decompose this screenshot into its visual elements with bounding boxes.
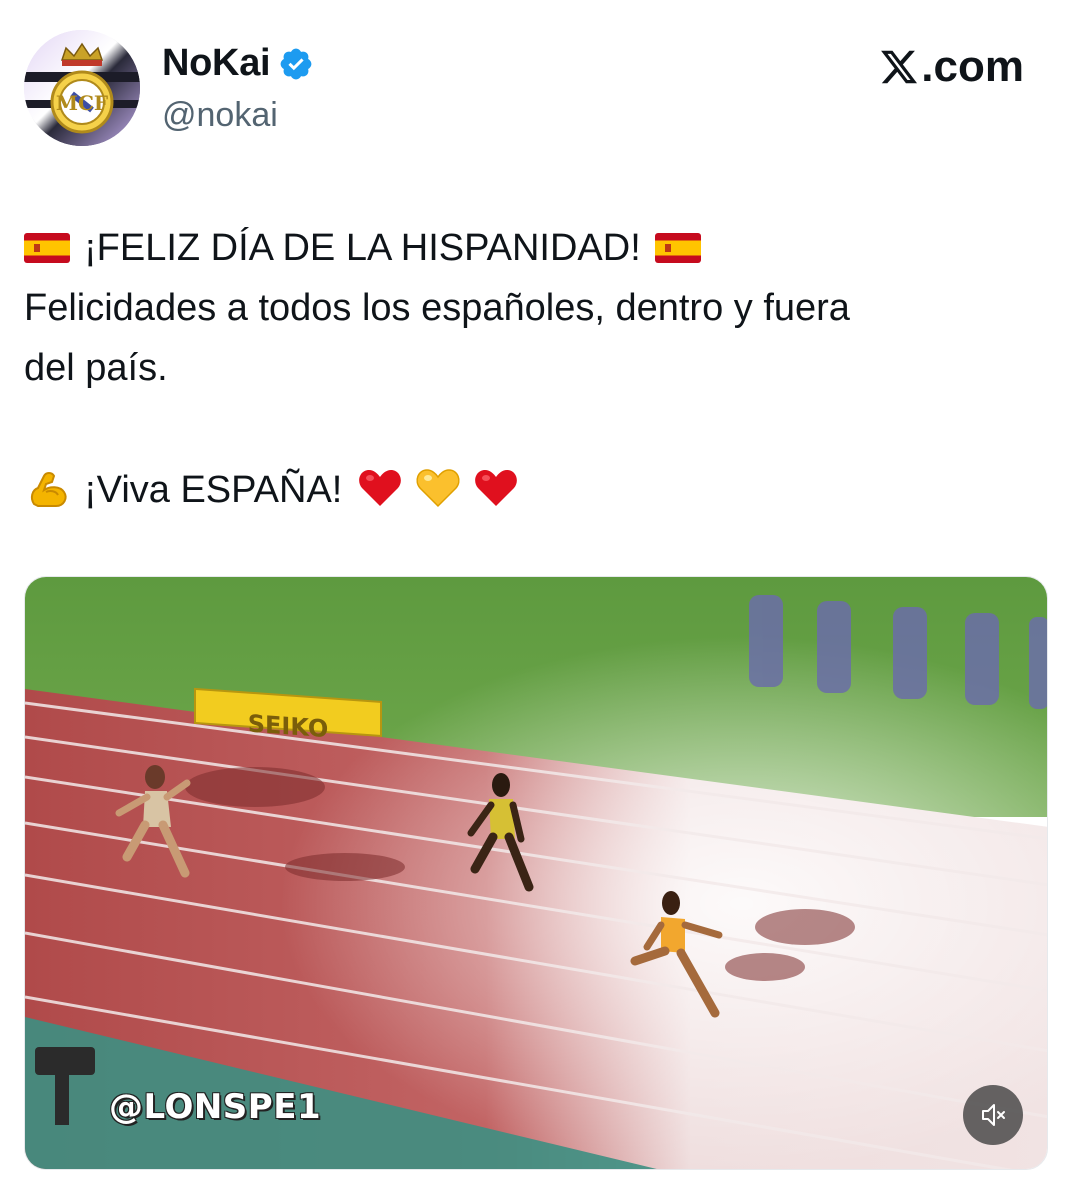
tweet-line-3: del país.: [24, 347, 168, 389]
spain-flag-icon: [654, 233, 701, 263]
real-madrid-crest-icon: MCF: [24, 30, 140, 146]
video-watermark: @LONSPE1: [109, 1087, 322, 1127]
display-name[interactable]: NoKai: [162, 42, 271, 85]
tweet-card: MCF NoKai @nokai .com ¡FELIZ DÍA DE LA H…: [0, 0, 1072, 1200]
tweet-line-2: Felicidades a todos los españoles, dentr…: [24, 287, 850, 329]
verified-badge-icon: [278, 46, 314, 82]
brand-mark: .com: [879, 42, 1024, 92]
flexed-biceps-icon: [24, 464, 72, 512]
avatar[interactable]: MCF: [24, 30, 140, 146]
speaker-muted-icon: [982, 1104, 1005, 1126]
red-heart-icon: [472, 464, 520, 512]
tweet-text: ¡FELIZ DÍA DE LA HISPANIDAD! Felicidades…: [24, 218, 1034, 520]
tweet-line-4: ¡Viva ESPAÑA!: [24, 460, 1034, 520]
hearts-group: [356, 464, 520, 512]
spain-flag-icon: [24, 233, 70, 263]
tweet-spacer: [24, 398, 1034, 460]
svg-text:MCF: MCF: [56, 91, 108, 115]
mute-button[interactable]: [963, 1085, 1023, 1145]
svg-text:SEIKO: SEIKO: [248, 710, 328, 744]
x-logo-icon: [879, 47, 919, 87]
video-player[interactable]: SEIKO @LONSPE1: [24, 576, 1048, 1170]
tweet-line-1: ¡FELIZ DÍA DE LA HISPANIDAD!: [24, 218, 1034, 278]
author-row: NoKai: [162, 42, 314, 85]
brand-domain: .com: [921, 42, 1024, 91]
yellow-heart-icon: [414, 464, 462, 512]
red-heart-icon: [356, 464, 404, 512]
video-frame: SEIKO: [25, 577, 1047, 1169]
user-handle[interactable]: @nokai: [162, 96, 278, 135]
